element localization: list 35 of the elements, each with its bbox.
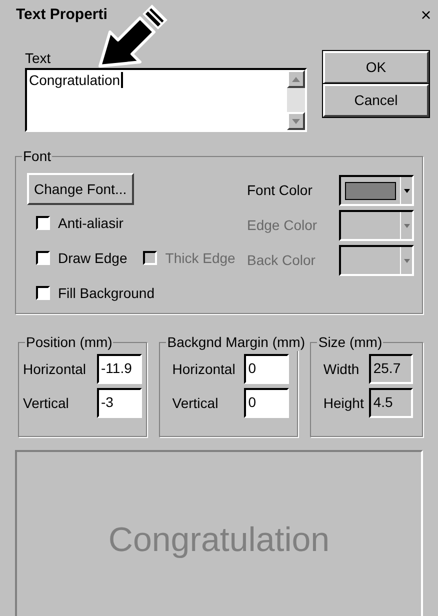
field-label: Vertical: [172, 394, 220, 412]
anti-alias-checkbox[interactable]: Anti-aliasir: [36, 213, 124, 233]
cancel-button[interactable]: Cancel: [323, 84, 429, 117]
number-input-field[interactable]: -3: [97, 388, 142, 418]
up-arrow-icon: [292, 76, 300, 82]
field-label: Vertical: [23, 394, 70, 412]
color-label: Edge Color: [247, 216, 318, 235]
dropdown-arrow-icon: [404, 224, 410, 228]
number-input-field[interactable]: 0: [244, 354, 290, 384]
number-input-field[interactable]: 0: [244, 388, 290, 418]
scroll-up-button[interactable]: [287, 70, 305, 88]
scrollbar[interactable]: [287, 70, 305, 130]
field-label: Width: [323, 360, 360, 378]
dropdown-arrow-icon: [404, 258, 410, 262]
color-dropdown[interactable]: [339, 175, 414, 206]
close-button[interactable]: ×: [418, 6, 434, 24]
field-label: Text: [25, 49, 52, 68]
window-title: Text Properti: [16, 4, 108, 25]
fill-background-checkbox[interactable]: Fill Background: [36, 283, 154, 303]
change-font-button[interactable]: Change Font...: [27, 173, 134, 205]
number-input-field: 25.7: [369, 354, 414, 384]
text-input-field[interactable]: Congratulation: [25, 68, 307, 132]
preview-text: Congratulation: [108, 520, 330, 560]
color-label: Back Color: [247, 251, 316, 270]
draw-edge-checkbox[interactable]: Draw Edge: [36, 248, 128, 268]
number-input-field[interactable]: -11.9: [97, 354, 142, 384]
scroll-down-button[interactable]: [287, 112, 305, 130]
color-label: Font Color: [247, 181, 314, 200]
field-label: Horizontal: [23, 360, 88, 378]
dropdown-arrow-icon: [404, 188, 410, 192]
field-label: Horizontal: [172, 360, 236, 378]
number-input-field: 4.5: [369, 388, 414, 418]
down-arrow-icon: [292, 118, 300, 124]
ok-button[interactable]: OK: [323, 51, 429, 84]
field-label: Height: [323, 394, 364, 413]
